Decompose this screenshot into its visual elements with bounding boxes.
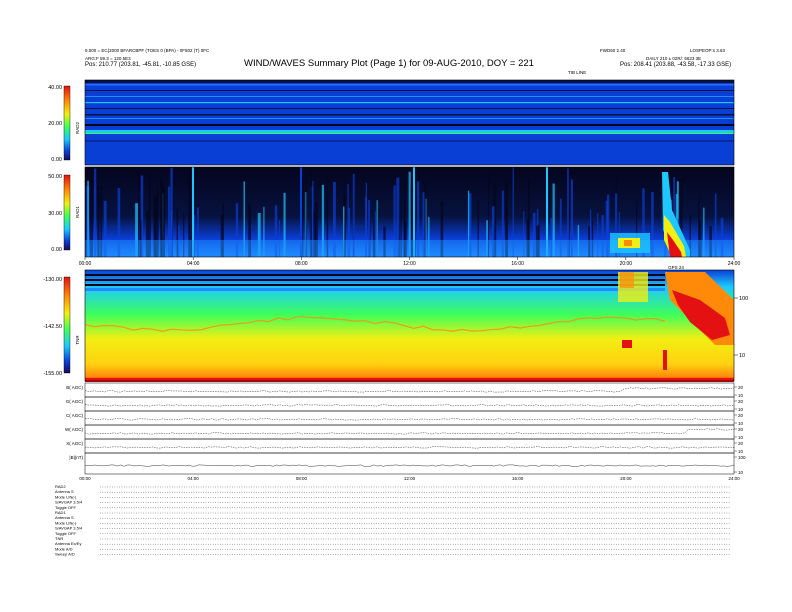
footer-info: RAD2Antenna SMode LIN(-)S/AVGAP 3.5/4Tog… — [55, 484, 730, 557]
rad1-x-tick-label: 12:00 — [403, 261, 416, 267]
rad2-colorbar — [63, 85, 71, 161]
rad1-x-tick-label: 08:00 — [295, 261, 308, 267]
param-right-tick-label: 20 — [738, 385, 744, 390]
rad2-band — [85, 130, 734, 133]
param-trace — [84, 428, 735, 435]
tnr-cbar-tick-top: -130.00 — [43, 277, 62, 283]
rad2-band — [85, 80, 734, 83]
rad1-cbar-tick-bottom: 0.00 — [51, 247, 62, 253]
param-right-tick-label: 20 — [738, 399, 744, 404]
param-right-tick-label: 10 — [738, 470, 744, 475]
param-right-tick-label: 20 — [738, 441, 744, 446]
rad1-x-note: GPS 24 — [668, 265, 684, 270]
rad1-x-tick-label: 00:00 — [79, 261, 92, 267]
rad2-cbar-tick-mid: 20.00 — [48, 121, 62, 127]
rad2-band — [85, 114, 734, 116]
tnr-ylabel: TNR — [75, 335, 80, 345]
rad1-ylabel: RAD1 — [75, 206, 80, 219]
param-x-tick-label: 04:00 — [188, 476, 200, 481]
rad2-spectrogram — [85, 80, 734, 165]
parameter-panels: B( AGC) 2010G( AGC) 2010C( AGC) 2010W( AGC)… — [65, 382, 746, 481]
rad2-band — [85, 90, 734, 91]
rad2-cbar-tick-top: 40.00 — [48, 85, 62, 91]
param-label: C( AGC) — [66, 413, 84, 418]
param-label: B( AGC) — [66, 385, 83, 390]
rad2-band — [85, 124, 734, 126]
tnr-band — [85, 279, 665, 281]
footer-line: Sweep A/D — [55, 552, 75, 557]
summary-plot: 40.00 20.00 0.00 RAD2 50.00 30.00 0.00 R… — [43, 79, 748, 557]
param-frame — [84, 438, 735, 454]
param-frame — [84, 382, 735, 398]
param-trace — [84, 464, 735, 467]
rad1-x-tick-label: 20:00 — [620, 261, 633, 267]
param-right-tick-label: 10 — [738, 393, 744, 398]
param-x-tick-label: 16:00 — [512, 476, 524, 481]
param-x-tick-label: 24:00 — [728, 476, 740, 481]
param-trace — [84, 404, 735, 407]
rad2-band — [85, 140, 734, 142]
tnr-right-tick-10: 10 — [739, 353, 745, 359]
param-label: G( AGC) — [66, 399, 84, 404]
rad2-band — [85, 96, 734, 97]
tnr-cbar-tick-mid: -142.50 — [43, 324, 62, 330]
rad1-x-tick-label: 04:00 — [187, 261, 200, 267]
param-x-tick-label: 00:00 — [79, 476, 91, 481]
param-right-tick-label: 10 — [738, 449, 744, 454]
param-frame — [84, 424, 735, 440]
rad2-band — [85, 108, 734, 109]
rad2-cbar-tick-bottom: 0.00 — [51, 157, 62, 163]
param-frame — [84, 410, 735, 426]
tnr-panel: -130.00 -142.50 -155.00 TNR 100 10 — [43, 269, 748, 382]
param-x-tick-label: 20:00 — [620, 476, 632, 481]
rad2-ylabel: RAD2 — [75, 122, 80, 135]
param-label: W( AGC) — [65, 427, 83, 432]
param-frame — [84, 452, 735, 475]
param-frame — [84, 396, 735, 412]
tnr-colorbar — [63, 276, 71, 374]
rad2-panel: 40.00 20.00 0.00 RAD2 — [48, 79, 735, 166]
tnr-band — [85, 284, 665, 286]
rad2-band — [85, 102, 734, 104]
param-right-tick-label: 10 — [738, 421, 744, 426]
rad2-band — [85, 118, 734, 119]
rad1-cbar-tick-mid: 30.00 — [48, 211, 62, 217]
param-trace — [84, 446, 735, 449]
rad1-colorbar — [63, 174, 71, 251]
param-label: X( AGC) — [66, 441, 83, 446]
rad1-x-axis: 00:00 04:00 08:00 12:00 16:00 20:00 24:00 — [79, 257, 741, 267]
param-x-tick-label: 08:00 — [296, 476, 308, 481]
rad1-cbar-tick-top: 50.00 — [48, 174, 62, 180]
rad1-x-tick-label: 16:00 — [511, 261, 524, 267]
param-right-tick-label: 20 — [738, 413, 744, 418]
tnr-band — [85, 288, 665, 291]
rad2-band — [85, 84, 734, 86]
rad1-x-tick-label: 24:00 — [728, 261, 741, 267]
param-trace — [84, 387, 735, 393]
rad1-panel: 50.00 30.00 0.00 RAD1 00:00 04:00 08:00 12:… — [48, 166, 741, 270]
tnr-right-tick-100: 100 — [739, 296, 748, 302]
param-right-tick-label: 20 — [738, 427, 744, 432]
param-right-tick-label: 10 — [738, 407, 744, 412]
param-trace — [85, 418, 735, 421]
tnr-band — [85, 274, 665, 276]
param-x-tick-label: 12:00 — [404, 476, 416, 481]
param-right-tick-label: 10 — [738, 435, 744, 440]
param-label: |B|(nT) — [69, 455, 83, 460]
tnr-cbar-tick-bottom: -155.00 — [43, 371, 62, 377]
rad2-band — [85, 133, 734, 134]
param-right-tick-label: 100 — [738, 455, 746, 460]
